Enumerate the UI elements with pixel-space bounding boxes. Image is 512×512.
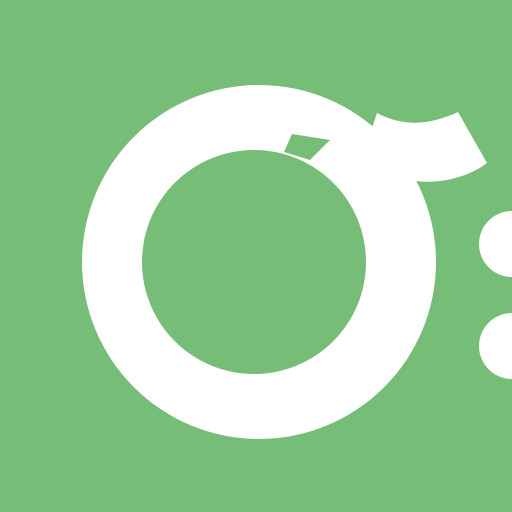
app-icon-canvas [0, 0, 512, 512]
logo-mark [0, 0, 512, 512]
